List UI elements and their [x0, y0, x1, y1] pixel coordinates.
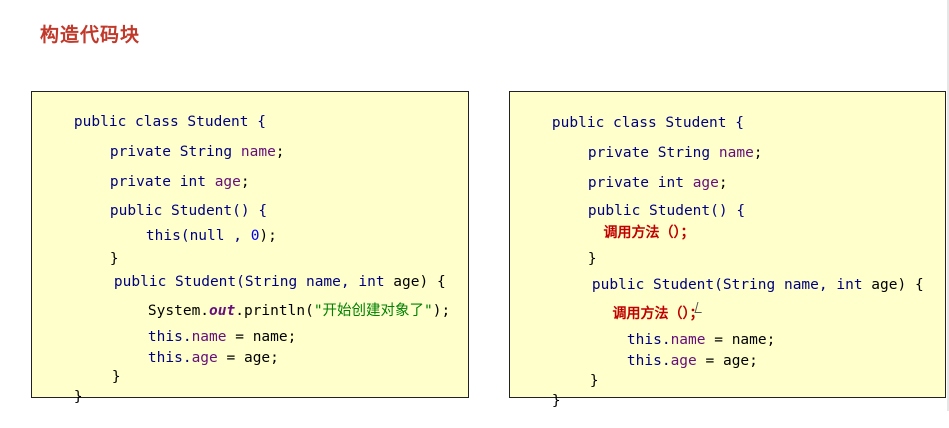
code-field: age [191, 350, 218, 366]
code-text: age) { [862, 277, 924, 293]
code-line: this.age = age; [592, 334, 758, 388]
code-line: } [39, 370, 83, 424]
code-text: = age; [696, 353, 758, 369]
code-text: } [551, 393, 561, 409]
code-text: this. [147, 350, 192, 366]
code-field: age [670, 353, 697, 369]
code-text: this(null , [145, 228, 251, 244]
code-line-call-method: 调用方法（）； [584, 206, 695, 260]
code-line: } [517, 374, 561, 428]
code-text: ; [275, 144, 285, 160]
code-text: ); [259, 228, 277, 244]
code-text: } [589, 373, 599, 389]
code-text: ); [432, 303, 451, 319]
code-text: ; [753, 145, 763, 161]
code-text: } [73, 389, 83, 405]
code-panel-left: public class Student { private String na… [31, 91, 469, 405]
page-title: 构造代码块 [40, 24, 141, 46]
code-line: this.age = age; [113, 331, 279, 385]
call-method-text: 调用方法（）； [603, 225, 695, 241]
code-text: } [111, 369, 121, 385]
code-text: this. [626, 353, 671, 369]
code-text: = age; [217, 350, 279, 366]
code-line: } [77, 350, 121, 404]
code-keyword: int [836, 277, 863, 293]
code-string: "开始创建对象了" [313, 303, 433, 319]
code-line: } [555, 354, 599, 408]
code-panel-right: public class Student { private String na… [509, 91, 946, 409]
